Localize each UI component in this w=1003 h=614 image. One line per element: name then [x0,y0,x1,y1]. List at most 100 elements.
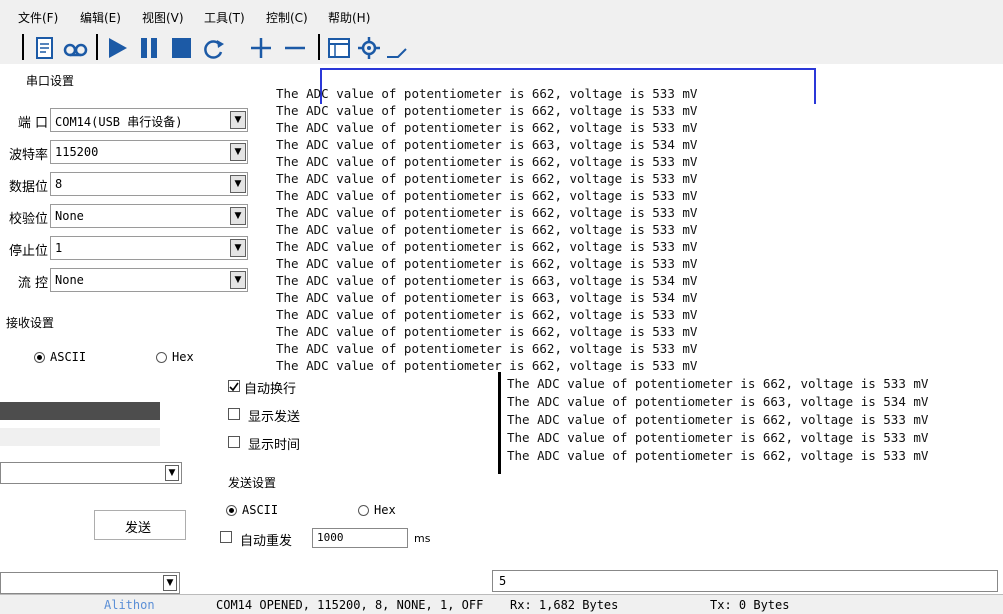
show-send-checkbox[interactable] [228,408,240,420]
menu-bar: 文件(F) 编辑(E) 视图(V) 工具(T) 控制(C) 帮助(H) [0,0,1003,32]
show-time-checkbox[interactable] [228,436,240,448]
chevron-down-icon[interactable]: ▼ [230,175,246,193]
check-icon [229,382,239,392]
history-item[interactable] [0,428,160,446]
log-line: The ADC value of potentiometer is 662, v… [276,120,698,135]
menu-edit[interactable]: 编辑(E) [80,9,121,26]
brand-label: Alithon [104,598,155,612]
log-line: The ADC value of potentiometer is 662, v… [276,154,698,169]
send-input-value: 5 [499,574,507,588]
send-hex-label: Hex [374,503,396,517]
port-select[interactable]: COM14(USB 串行设备) ▼ [50,108,248,132]
minus-icon[interactable] [282,35,308,61]
record-icon[interactable] [62,35,88,61]
receive-terminal[interactable]: The ADC value of potentiometer is 662, v… [270,64,816,376]
chevron-down-icon[interactable]: ▼ [165,465,179,481]
baud-label: 波特率 [8,148,48,163]
flowcontrol-value: None [55,273,84,287]
history-terminal[interactable]: The ADC value of potentiometer is 662, v… [498,372,998,474]
stopbits-label: 停止位 [8,244,48,259]
show-send-label: 显示发送 [248,410,301,425]
port-label: 端 口 [17,116,48,131]
history-log-line: The ADC value of potentiometer is 663, v… [507,394,929,409]
history-item-selected[interactable] [0,402,160,420]
log-line: The ADC value of potentiometer is 662, v… [276,86,698,101]
resend-interval-input[interactable]: 1000 [312,528,408,548]
databits-select[interactable]: 8 ▼ [50,172,248,196]
toolbar-separator [96,34,98,60]
parity-value: None [55,209,84,223]
resend-unit: ms [414,532,431,545]
chevron-down-icon[interactable]: ▼ [230,207,246,225]
receive-ascii-radio[interactable] [34,352,45,363]
serial-settings-panel: 串口设置 端 口 COM14(USB 串行设备) ▼ 波特率 115200 ▼ … [0,64,270,364]
settings-icon[interactable] [356,35,382,61]
menu-view[interactable]: 视图(V) [142,9,184,26]
log-line: The ADC value of potentiometer is 662, v… [276,171,698,186]
baud-select[interactable]: 115200 ▼ [50,140,248,164]
send-button-label: 发送 [125,521,152,536]
auto-resend-checkbox[interactable] [220,531,232,543]
log-line: The ADC value of potentiometer is 662, v… [276,205,698,220]
menu-help[interactable]: 帮助(H) [328,9,370,26]
receive-ascii-label: ASCII [50,350,87,364]
baud-value: 115200 [55,145,99,159]
pause-icon[interactable] [136,35,162,61]
port-status: COM14 OPENED, 115200, 8, NONE, 1, OFF [216,598,484,612]
window-icon[interactable] [326,35,352,61]
stopbits-value: 1 [55,241,63,255]
send-settings-title: 发送设置 [226,474,279,491]
chevron-down-icon[interactable]: ▼ [230,239,246,257]
send-ascii-radio[interactable] [226,505,237,516]
send-button[interactable]: 发送 [94,510,186,540]
send-history-select[interactable]: ▼ [0,572,180,594]
auto-wrap-checkbox[interactable] [228,380,240,392]
history-select[interactable]: ▼ [0,462,182,484]
menu-file[interactable]: 文件(F) [18,9,58,26]
log-line: The ADC value of potentiometer is 662, v… [276,358,698,373]
parity-select[interactable]: None ▼ [50,204,248,228]
log-line: The ADC value of potentiometer is 662, v… [276,307,698,322]
chevron-down-icon[interactable]: ▼ [230,111,246,129]
chevron-down-icon[interactable]: ▼ [230,143,246,161]
databits-row: 数据位 8 ▼ [0,172,262,198]
toolbar [0,32,1003,64]
plus-icon[interactable] [248,35,274,61]
refresh-icon[interactable] [200,35,226,61]
flowcontrol-select[interactable]: None ▼ [50,268,248,292]
rx-count: Rx: 1,682 Bytes [510,598,619,612]
databits-label: 数据位 [8,180,48,195]
receive-hex-label: Hex [172,350,194,364]
parity-row: 校验位 None ▼ [0,204,262,230]
serial-settings-title: 串口设置 [24,72,77,89]
baud-row: 波特率 115200 ▼ [0,140,262,166]
stopbits-select[interactable]: 1 ▼ [50,236,248,260]
stop-icon[interactable] [168,35,194,61]
chevron-down-icon[interactable]: ▼ [163,575,177,591]
receive-settings-title: 接收设置 [4,314,57,331]
port-row: 端 口 COM14(USB 串行设备) ▼ [0,108,262,134]
flowcontrol-row: 流 控 None ▼ [0,268,262,294]
show-time-label: 显示时间 [248,438,301,453]
stopbits-row: 停止位 1 ▼ [0,236,262,262]
menu-control[interactable]: 控制(C) [266,9,308,26]
chevron-down-icon[interactable]: ▼ [230,271,246,289]
log-line: The ADC value of potentiometer is 662, v… [276,222,698,237]
tx-count: Tx: 0 Bytes [710,598,790,612]
log-line: The ADC value of potentiometer is 663, v… [276,137,698,152]
pin-icon[interactable] [384,35,410,61]
flowcontrol-label: 流 控 [17,276,48,291]
port-value: COM14(USB 串行设备) [55,115,183,129]
databits-value: 8 [55,177,63,191]
log-line: The ADC value of potentiometer is 662, v… [276,239,698,254]
receive-hex-radio[interactable] [156,352,167,363]
toolbar-separator [318,34,320,60]
auto-wrap-label: 自动换行 [244,382,297,397]
send-hex-radio[interactable] [358,505,369,516]
send-input[interactable]: 5 [492,570,998,592]
menu-tools[interactable]: 工具(T) [204,9,245,26]
document-icon[interactable] [32,35,58,61]
toolbar-separator [22,34,24,60]
play-icon[interactable] [104,35,130,61]
log-line: The ADC value of potentiometer is 662, v… [276,324,698,339]
